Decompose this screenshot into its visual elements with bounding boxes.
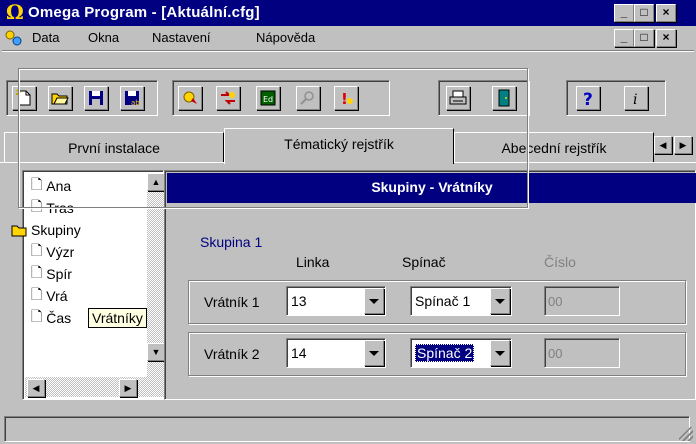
doc-restore-button[interactable]: □	[634, 29, 654, 47]
tree-item[interactable]: 🗋 Spír	[31, 263, 72, 285]
document-icon: 🗋	[31, 264, 43, 280]
scroll-right-button[interactable]: ▶	[119, 379, 137, 397]
info-icon[interactable]: i	[624, 86, 648, 110]
row-label: Vrátník 2	[204, 346, 260, 362]
cislo-field: 00	[544, 286, 620, 316]
linka-combobox[interactable]: 13	[286, 286, 386, 316]
dropdown-arrow-icon[interactable]	[364, 340, 384, 366]
doc-minimize-button[interactable]: _	[614, 29, 634, 47]
svg-text:?: ?	[583, 90, 593, 107]
tooltip: Vrátníky	[88, 308, 147, 328]
spinac-combobox[interactable]: Spínač 1	[410, 286, 512, 316]
document-icon: 🗋	[31, 286, 43, 302]
menu-bar: Data Okna Nastavení Nápověda _ □ ×	[0, 26, 696, 50]
toolbar-separator	[2, 50, 694, 52]
column-header-spinac: Spínač	[402, 254, 446, 270]
dropdown-arrow-icon[interactable]	[490, 288, 510, 314]
dropdown-arrow-icon[interactable]	[364, 288, 384, 314]
tabs-scroll-right-button[interactable]: ▶	[674, 136, 692, 154]
scroll-down-button[interactable]: ▼	[147, 343, 165, 361]
cislo-field: 00	[544, 338, 620, 368]
tree-item-skupiny[interactable]: Skupiny	[11, 219, 81, 241]
linka-combobox[interactable]: 14	[286, 338, 386, 368]
folder-open-icon	[11, 225, 27, 237]
title-bar[interactable]: Ω Omega Program - [Aktuální.cfg] _ □ ×	[0, 0, 696, 26]
tabs-scroll-left-button[interactable]: ◀	[654, 136, 672, 154]
document-icon: 🗋	[31, 242, 43, 258]
tree-horizontal-scrollbar[interactable]	[25, 377, 165, 397]
window-title: Omega Program - [Aktuální.cfg]	[28, 4, 260, 21]
row-label: Vrátník 1	[204, 294, 260, 310]
menu-nastaveni[interactable]: Nastavení	[152, 30, 211, 45]
maximize-button[interactable]: □	[634, 4, 654, 22]
menu-napoveda[interactable]: Nápověda	[256, 30, 315, 45]
app-omega-icon[interactable]: Ω	[6, 1, 24, 23]
group-title: Skupina 1	[198, 234, 265, 250]
resize-grip-icon[interactable]	[679, 427, 693, 441]
tree-item-vratniky[interactable]: 🗋 Vrá	[31, 285, 68, 307]
menu-data[interactable]: Data	[32, 30, 59, 45]
document-icon: 🗋	[31, 308, 43, 324]
help-icon[interactable]: ?	[576, 86, 600, 110]
status-bar	[0, 412, 696, 444]
status-field	[4, 416, 690, 442]
menu-okna[interactable]: Okna	[88, 30, 119, 45]
scroll-left-button[interactable]: ◀	[27, 379, 45, 397]
column-header-linka: Linka	[296, 254, 330, 270]
spinac-combobox[interactable]: Spínač 2	[410, 338, 512, 368]
tab-tematicky-rejstrik[interactable]: Tématický rejstřík	[224, 128, 454, 164]
doc-close-button[interactable]: ×	[656, 29, 676, 47]
minimize-button[interactable]: _	[614, 4, 634, 22]
dropdown-arrow-icon[interactable]	[490, 340, 510, 366]
close-button[interactable]: ×	[656, 4, 676, 22]
tree-item[interactable]: 🗋 Výzr	[31, 241, 74, 263]
document-system-menu-icon[interactable]	[4, 29, 24, 47]
column-header-cislo: Číslo	[544, 254, 576, 270]
tree-item[interactable]: 🗋 Čas	[31, 307, 71, 329]
svg-text:i: i	[633, 92, 637, 107]
